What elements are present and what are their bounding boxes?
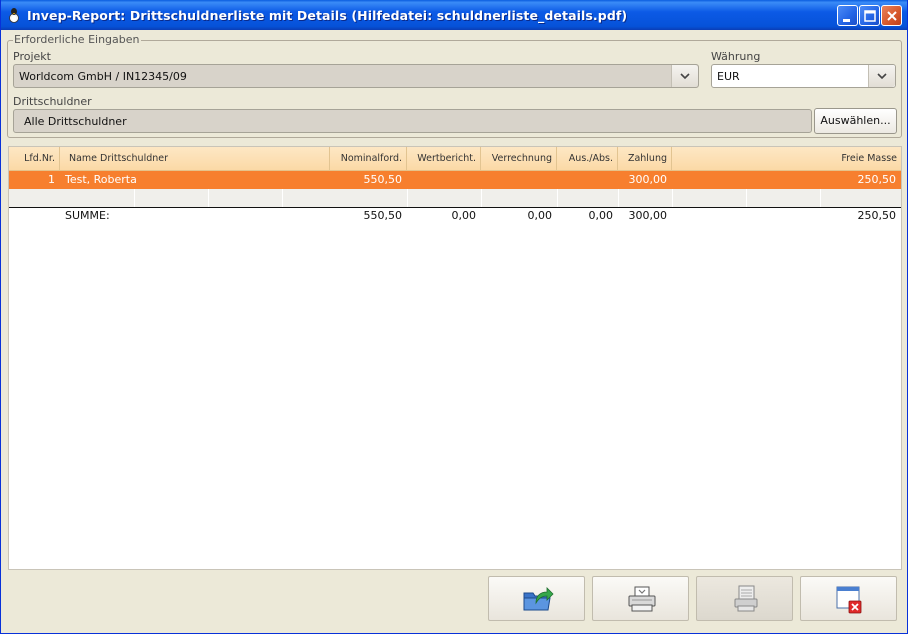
table-row[interactable]: 1 Test, Roberta 550,50 300,00 250,50 [9, 171, 901, 189]
waehrung-label: Währung [711, 50, 761, 63]
waehrung-select[interactable]: EUR [711, 64, 896, 88]
cell-divider [282, 189, 283, 207]
column-header-nominalford[interactable]: Nominalford. [330, 147, 407, 170]
cell-divider [208, 189, 209, 207]
print-icon [628, 586, 656, 612]
title-bar[interactable]: Invep-Report: Drittschuldnerliste mit De… [1, 0, 907, 30]
column-header-name[interactable]: Name Drittschuldner [60, 147, 330, 170]
cell-divider [481, 189, 482, 207]
cell-divider [134, 189, 135, 207]
app-icon [9, 8, 19, 23]
auswaehlen-button[interactable]: Auswählen... [814, 108, 897, 134]
sum-freie-masse: 250,50 [857, 209, 897, 222]
sum-row: SUMME: 550,50 0,00 0,00 0,00 300,00 250,… [9, 207, 901, 225]
cell-aus-abs [557, 171, 618, 189]
cell-lfd-nr: 1 [48, 173, 55, 186]
chevron-down-icon [680, 73, 690, 80]
projekt-label: Projekt [13, 50, 51, 63]
close-report-button[interactable] [800, 576, 897, 621]
cell-divider [820, 189, 821, 207]
minimize-icon [843, 19, 850, 22]
export-icon [523, 587, 554, 611]
column-header-zahlung[interactable]: Zahlung [618, 147, 672, 170]
cell-divider [618, 189, 619, 207]
drittschuldner-field[interactable]: Alle Drittschuldner [13, 109, 812, 133]
print-preview-icon [734, 585, 758, 612]
close-icon [887, 11, 897, 21]
column-header-freie-masse[interactable]: Freie Masse [672, 147, 901, 170]
sum-zahlung: 300,00 [628, 209, 668, 222]
column-header-aus-abs[interactable]: Aus./Abs. [557, 147, 618, 170]
sum-nominalford: 550,50 [363, 209, 403, 222]
projekt-select[interactable]: Worldcom GmbH / IN12345/09 [13, 64, 699, 88]
close-window-icon [836, 586, 862, 614]
cell-divider [557, 189, 558, 207]
print-button[interactable] [592, 576, 689, 621]
export-button[interactable] [488, 576, 585, 621]
drittschuldner-value: Alle Drittschuldner [24, 115, 127, 128]
report-window: Invep-Report: Drittschuldnerliste mit De… [0, 0, 908, 634]
window-title: Invep-Report: Drittschuldnerliste mit De… [27, 8, 628, 23]
sum-aus-abs: 0,00 [588, 209, 614, 222]
cell-nominalford: 550,50 [363, 173, 403, 186]
chevron-down-icon [877, 73, 887, 80]
column-header-wertbericht[interactable]: Wertbericht. [407, 147, 481, 170]
maximize-button[interactable] [859, 5, 880, 26]
cell-freie-masse: 250,50 [857, 173, 897, 186]
drittschuldner-label: Drittschuldner [13, 95, 92, 108]
table-header: Lfd.Nr. Name Drittschuldner Nominalford.… [9, 147, 901, 171]
projekt-dropdown-button[interactable] [671, 65, 698, 87]
cell-name: Test, Roberta [65, 173, 137, 186]
column-header-verrechnung[interactable]: Verrechnung [481, 147, 557, 170]
empty-row [9, 189, 901, 207]
print-preview-button[interactable] [696, 576, 793, 621]
waehrung-value: EUR [717, 70, 740, 83]
cell-wertbericht [407, 171, 481, 189]
report-table[interactable]: Lfd.Nr. Name Drittschuldner Nominalford.… [8, 146, 902, 570]
sum-wertbericht: 0,00 [451, 209, 477, 222]
sum-label: SUMME: [65, 209, 110, 222]
cell-divider [407, 189, 408, 207]
cell-verrechnung [481, 171, 557, 189]
cell-divider [672, 189, 673, 207]
sum-verrechnung: 0,00 [527, 209, 553, 222]
waehrung-dropdown-button[interactable] [868, 65, 895, 87]
group-legend: Erforderliche Eingaben [13, 33, 141, 46]
projekt-value: Worldcom GmbH / IN12345/09 [19, 70, 187, 83]
minimize-button[interactable] [837, 5, 858, 26]
cell-zahlung: 300,00 [628, 173, 668, 186]
action-bar [7, 572, 903, 628]
cell-divider [746, 189, 747, 207]
column-header-lfd-nr[interactable]: Lfd.Nr. [9, 147, 60, 170]
maximize-icon [864, 10, 876, 22]
close-button[interactable] [881, 5, 902, 26]
